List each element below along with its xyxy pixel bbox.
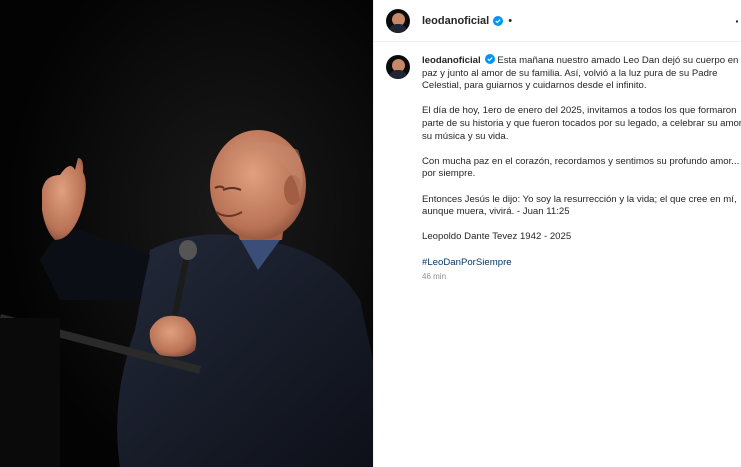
post-photo-image bbox=[0, 0, 373, 467]
hashtag-link[interactable]: #LeoDanPorSiempre bbox=[422, 257, 741, 270]
avatar-body bbox=[389, 23, 407, 33]
post-header: leodanoficial • ··· bbox=[374, 0, 741, 42]
post-sidebar: leodanoficial • ··· leodanoficial Esta m… bbox=[373, 0, 741, 467]
author-avatar[interactable] bbox=[386, 8, 410, 33]
verified-badge-icon bbox=[493, 15, 504, 26]
caption-first-paragraph: leodanoficial Esta mañana nuestro amado … bbox=[422, 54, 741, 93]
avatar-body bbox=[389, 70, 407, 79]
instagram-post: leodanoficial • ··· leodanoficial Esta m… bbox=[0, 0, 741, 467]
verified-badge-icon bbox=[484, 54, 495, 64]
post-caption: leodanoficial Esta mañana nuestro amado … bbox=[374, 42, 741, 284]
caption-paragraph: Leopoldo Dante Tevez 1942 - 2025 bbox=[422, 231, 572, 243]
post-timestamp[interactable]: 46 min bbox=[422, 271, 741, 284]
caption-avatar[interactable] bbox=[386, 55, 410, 79]
header-separator: • bbox=[508, 14, 513, 27]
caption-paragraph: Entonces Jesús le dijo: Yo soy la resurr… bbox=[422, 193, 737, 218]
caption-body: leodanoficial Esta mañana nuestro amado … bbox=[422, 54, 741, 284]
more-options-button[interactable]: ··· bbox=[735, 13, 741, 29]
author-username[interactable]: leodanoficial bbox=[422, 15, 489, 27]
caption-paragraph: Con mucha paz en el corazón, recordamos … bbox=[422, 155, 740, 180]
caption-paragraph: El día de hoy, 1ero de enero del 2025, i… bbox=[422, 105, 741, 142]
post-photo[interactable] bbox=[0, 0, 373, 467]
caption-username[interactable]: leodanoficial bbox=[422, 55, 481, 66]
